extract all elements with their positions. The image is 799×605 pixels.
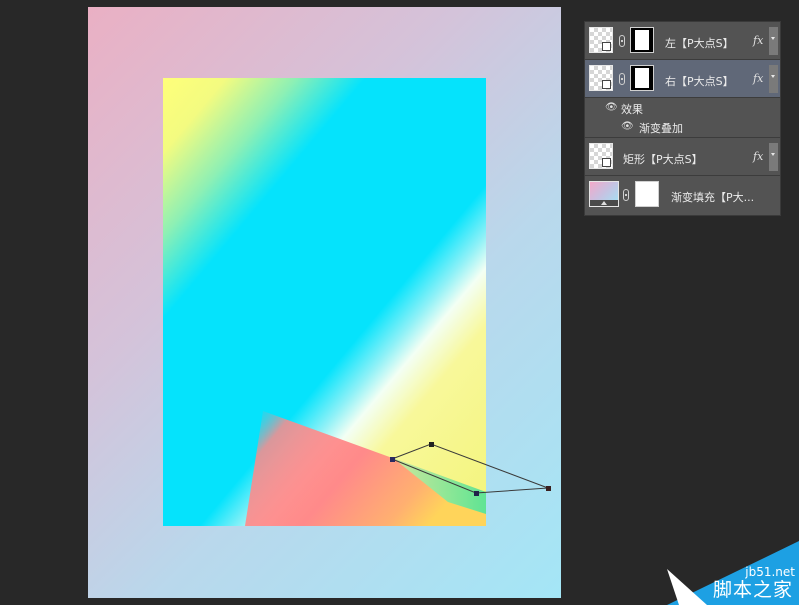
watermark-name: 脚本之家 (712, 579, 793, 601)
fx-icon[interactable]: fx (753, 72, 763, 85)
anchor-point[interactable] (546, 486, 551, 491)
layer-mask-thumbnail[interactable] (630, 65, 654, 91)
anchor-point[interactable] (390, 457, 395, 462)
layer-name[interactable]: 渐变填充【P大... (671, 189, 754, 205)
layer-name[interactable]: 矩形【P大点S】 (623, 151, 703, 167)
fx-icon[interactable]: fx (753, 34, 763, 47)
collapse-effects-arrow[interactable] (769, 65, 778, 93)
expand-effects-arrow[interactable] (769, 27, 778, 55)
link-icon[interactable] (623, 189, 629, 201)
layer-row-left[interactable]: 左【P大点S】 fx (585, 22, 780, 60)
expand-effects-arrow[interactable] (769, 143, 778, 171)
layer-thumbnail[interactable] (589, 65, 613, 91)
layer-row-gradient-fill[interactable]: 渐变填充【P大... (585, 176, 780, 215)
path-outline (390, 442, 551, 496)
layer-row-rectangle[interactable]: 矩形【P大点S】 fx (585, 138, 780, 176)
layer-mask-thumbnail[interactable] (635, 181, 659, 207)
layer-name[interactable]: 左【P大点S】 (665, 35, 734, 51)
fx-icon[interactable]: fx (753, 150, 763, 163)
shape-layer-icon (602, 158, 611, 167)
gradient-overlay-effect[interactable]: 渐变叠加 (639, 120, 683, 136)
effects-group: 👁 效果 👁 渐变叠加 (585, 98, 780, 138)
layer-row-right[interactable]: 右【P大点S】 fx (585, 60, 780, 98)
layers-panel: 左【P大点S】 fx 右【P大点S】 fx 👁 效果 👁 渐变叠加 矩形【P大点… (584, 21, 781, 216)
effects-label[interactable]: 效果 (621, 101, 643, 117)
anchor-point[interactable] (429, 442, 434, 447)
layer-mask-thumbnail[interactable] (630, 27, 654, 53)
link-icon[interactable] (619, 35, 625, 47)
shape-layer-icon (602, 80, 611, 89)
anchor-point[interactable] (474, 491, 479, 496)
layer-thumbnail[interactable] (589, 143, 613, 169)
eye-icon[interactable]: 👁 (605, 102, 618, 113)
eye-icon[interactable]: 👁 (621, 121, 634, 132)
canvas-area[interactable] (0, 0, 580, 605)
link-icon[interactable] (619, 73, 625, 85)
layer-name[interactable]: 右【P大点S】 (665, 73, 734, 89)
gradient-fill-thumbnail[interactable] (589, 181, 619, 207)
layer-thumbnail[interactable] (589, 27, 613, 53)
site-watermark: jb51.net 脚本之家 (659, 535, 799, 605)
shape-layer-icon (602, 42, 611, 51)
